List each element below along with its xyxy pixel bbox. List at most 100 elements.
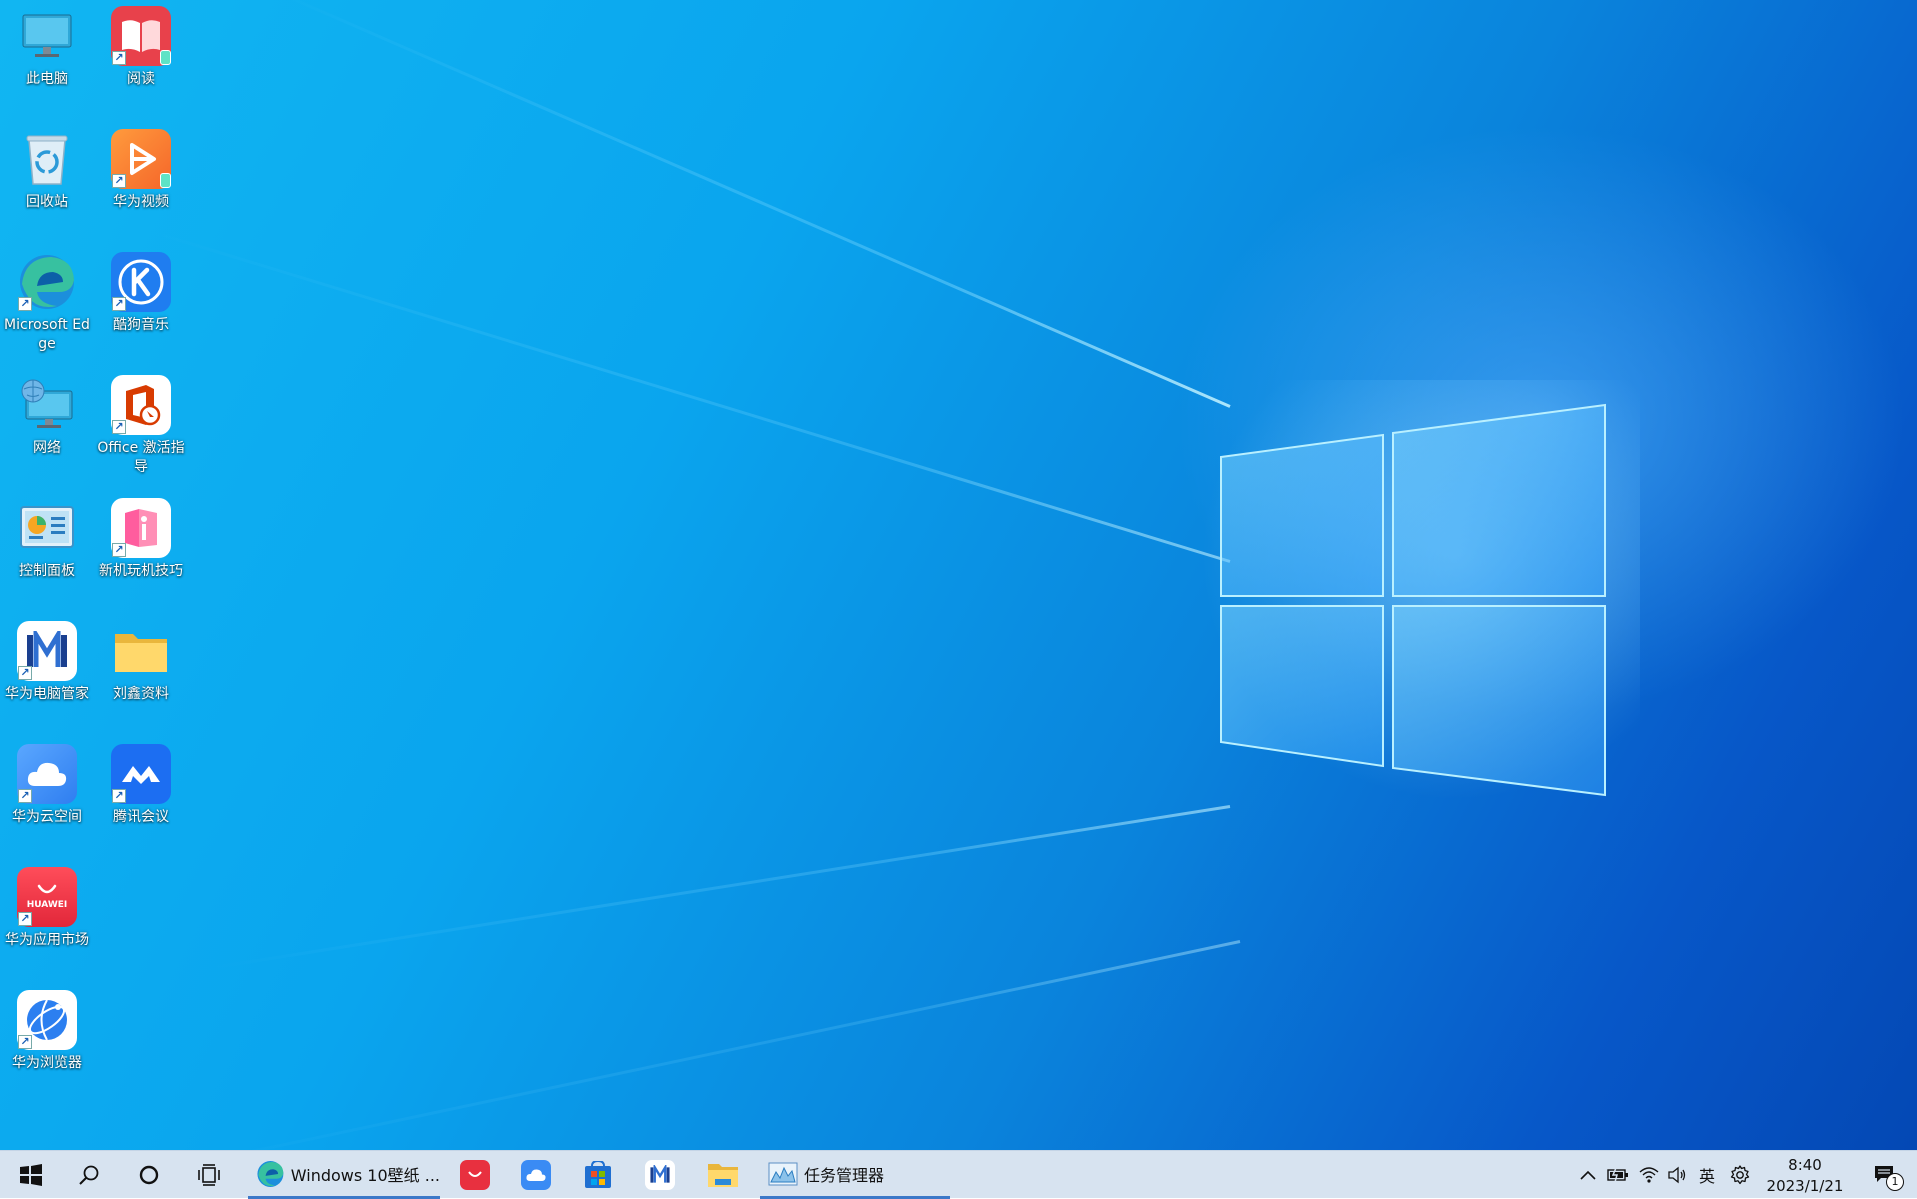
desktop-icon-huawei-browser[interactable]: ↗ 华为浏览器 [0,990,94,1073]
desktop-icon-kugou[interactable]: ↗ 酷狗音乐 [94,252,188,335]
desktop-icon-label: 阅读 [127,71,155,87]
task-manager-icon [768,1162,798,1185]
network-icon [21,379,73,428]
taskbar-microsoft-store[interactable] [573,1151,623,1199]
file-explorer-icon [708,1164,738,1187]
task-manager-label: 任务管理器 [804,1165,885,1185]
clock[interactable]: 8:40 2023/1/21 [1760,1155,1850,1197]
desktop-icon-label: Office 激活指导 [97,440,185,475]
battery-icon [1607,1168,1628,1182]
desktop-icon-label: 控制面板 [19,563,75,579]
app-badge-icon [160,50,171,65]
desktop-icon-tips[interactable]: ↗ 新机玩机技巧 [94,498,188,581]
desktop-icon-label: 网络 [33,440,61,456]
ime-label: 英 [1698,1167,1715,1186]
task-view-button[interactable] [186,1151,232,1199]
appgallery-logo-text: HUAWEI [26,900,68,910]
pc-manager-icon [27,631,67,667]
desktop-icon-label: 华为浏览器 [12,1055,82,1071]
chevron-up-icon [1580,1170,1596,1180]
task-view-icon [198,1164,220,1186]
search-icon [79,1165,99,1185]
clock-time: 8:40 [1788,1156,1822,1174]
light-beam [173,940,1241,1150]
desktop-icon-label: 回收站 [26,194,68,210]
shortcut-arrow-icon: ↗ [112,420,126,434]
shortcut-arrow-icon: ↗ [112,789,126,803]
desktop-icon-label: Microsoft Edge [4,317,90,352]
taskbar-huawei-cloud[interactable] [511,1151,561,1199]
desktop-icon-recycle-bin[interactable]: 回收站 [0,129,94,212]
clock-date: 2023/1/21 [1766,1177,1844,1195]
shortcut-arrow-icon: ↗ [112,174,126,188]
desktop-icon-appgallery[interactable]: HUAWEI ↗ 华为应用市场 [0,867,94,950]
taskbar-file-explorer[interactable] [697,1151,749,1199]
desktop-icon-label: 华为视频 [113,194,169,210]
desktop-icon-label: 华为应用市场 [5,932,89,948]
taskbar-pc-manager[interactable] [635,1151,685,1199]
desktop-icon-office-activation[interactable]: ↗ Office 激活指导 [94,375,188,477]
search-button[interactable] [66,1151,112,1199]
desktop-icon-label: 华为电脑管家 [5,686,89,702]
desktop-icon-control-panel[interactable]: 控制面板 [0,498,94,581]
shortcut-arrow-icon: ↗ [18,1035,32,1049]
notification-count-badge: 1 [1886,1173,1904,1191]
huawei-cloud-icon [526,1169,546,1181]
pc-manager-icon [650,1165,670,1183]
shortcut-arrow-icon: ↗ [112,543,126,557]
shortcut-arrow-icon: ↗ [18,912,32,926]
desktop-icon-pc-manager[interactable]: ↗ 华为电脑管家 [0,621,94,704]
shortcut-arrow-icon: ↗ [18,789,32,803]
battery-tray-button[interactable] [1604,1151,1632,1199]
notification-center-button[interactable]: 1 [1862,1151,1908,1199]
settings-tray-button[interactable] [1726,1151,1754,1199]
cortana-button[interactable] [126,1151,172,1199]
taskbar-edge-window[interactable]: Windows 10壁纸 ... [248,1151,440,1199]
shortcut-arrow-icon: ↗ [112,297,126,311]
desktop-icon-this-pc[interactable]: 此电脑 [0,6,94,89]
edge-icon [257,1160,284,1187]
desktop-icon-label: 新机玩机技巧 [99,563,183,579]
shopping-bag-icon [37,884,57,894]
desktop-icon-huawei-video[interactable]: ↗ 华为视频 [94,129,188,212]
input-method-button[interactable]: 英 [1694,1151,1720,1199]
desktop-icon-reader[interactable]: ↗ 阅读 [94,6,188,89]
folder-icon [115,634,167,672]
windows-start-icon [20,1164,42,1186]
tencent-meeting-icon [122,766,160,784]
desktop-icon-label: 酷狗音乐 [113,317,169,333]
volume-tray-button[interactable] [1664,1151,1690,1199]
app-badge-icon [160,173,171,188]
edge-window-title: Windows 10壁纸 ... [290,1165,440,1185]
microsoft-store-icon [585,1161,611,1188]
desktop-icon-label: 此电脑 [26,71,68,87]
desktop-icon-tencent-meeting[interactable]: ↗ 腾讯会议 [94,744,188,827]
light-beam [148,229,1231,563]
shortcut-arrow-icon: ↗ [112,51,126,65]
huawei-cloud-icon [27,762,67,786]
shortcut-arrow-icon: ↗ [18,666,32,680]
desktop-icon-label: 刘鑫资料 [113,686,169,702]
this-pc-icon [22,14,72,57]
desktop-icon-network[interactable]: 网络 [0,375,94,458]
taskbar: Windows 10壁纸 ... 任务管理器 英 8:40 2023/1/21 … [0,1150,1917,1199]
desktop-icon-huawei-cloud[interactable]: ↗ 华为云空间 [0,744,94,827]
shortcut-arrow-icon: ↗ [18,297,32,311]
network-tray-button[interactable] [1636,1151,1662,1199]
start-button[interactable] [8,1151,54,1199]
show-hidden-icons-button[interactable] [1576,1151,1600,1199]
desktop-icon-folder[interactable]: 刘鑫资料 [94,621,188,704]
windows-logo [1220,403,1606,797]
desktop-icon-label: 腾讯会议 [113,809,169,825]
speaker-icon [1668,1166,1686,1184]
taskbar-appgallery[interactable] [450,1151,500,1199]
taskbar-task-manager[interactable]: 任务管理器 [760,1151,950,1199]
reader-icon [122,20,160,52]
cortana-circle-icon [139,1165,159,1185]
control-panel-icon [20,506,74,548]
desktop-icon-edge[interactable]: ↗ Microsoft Edge [0,252,94,354]
huawei-video-icon [130,143,156,175]
light-beam [275,0,1231,408]
gear-icon [1730,1165,1750,1185]
appgallery-icon [468,1171,482,1177]
